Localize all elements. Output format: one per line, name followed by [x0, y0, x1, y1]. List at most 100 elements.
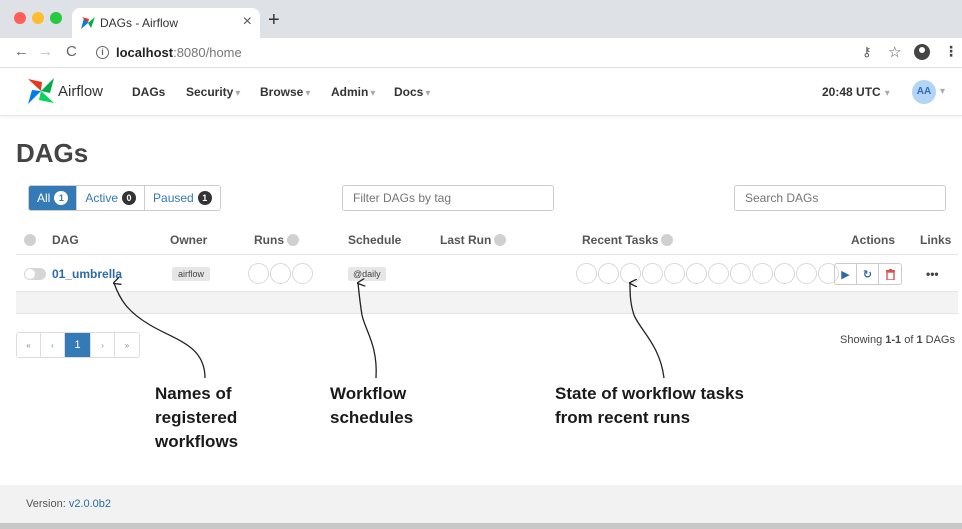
header-recent-tasks-label: Recent Tasks	[582, 233, 659, 247]
showing-of: of	[901, 334, 917, 346]
links-menu-icon[interactable]: •••	[926, 267, 939, 281]
annotation-line: workflows	[155, 432, 239, 451]
task-status-circle[interactable]	[752, 263, 773, 284]
filter-paused-button[interactable]: Paused 1	[145, 186, 220, 210]
table-row: 01_umbrella airflow @daily ▶ ↻ •••	[16, 254, 958, 292]
annotation-schedules: Workflow schedules	[330, 382, 413, 430]
chevron-down-icon: ▾	[425, 88, 431, 99]
nav-docs[interactable]: Docs ▾	[394, 85, 430, 99]
nav-security[interactable]: Security ▾	[186, 85, 240, 99]
showing-suffix: DAGs	[922, 334, 955, 346]
window-maximize-button[interactable]	[50, 12, 62, 24]
header-last-run-label[interactable]: Last Run	[440, 233, 491, 247]
task-status-circle[interactable]	[796, 263, 817, 284]
table-footer-stripe	[16, 292, 958, 314]
header-dag[interactable]: DAG	[52, 233, 79, 247]
dag-id-link[interactable]: 01_umbrella	[52, 267, 122, 281]
dag-actions: ▶ ↻	[834, 263, 902, 285]
last-page-button[interactable]: »	[115, 333, 139, 357]
site-info-icon[interactable]: i	[96, 46, 109, 59]
nav-browse[interactable]: Browse ▾	[260, 85, 310, 99]
header-last-run: Last Run	[440, 233, 507, 247]
browser-menu-icon[interactable]: ⋮	[944, 43, 958, 60]
header-links: Links	[920, 233, 952, 247]
schedule-tag[interactable]: @daily	[348, 267, 386, 281]
dag-pause-toggle[interactable]	[24, 268, 46, 280]
window-minimize-button[interactable]	[32, 12, 44, 24]
task-status-circle[interactable]	[730, 263, 751, 284]
header-toggle-help	[24, 233, 36, 247]
dag-search-input[interactable]	[734, 185, 946, 211]
showing-range: 1-1	[885, 334, 902, 346]
back-arrow-icon[interactable]: ←	[14, 43, 29, 60]
annotation-line: Workflow	[330, 384, 407, 403]
chevron-down-icon: ▾	[235, 88, 241, 99]
chevron-down-icon[interactable]: ▾	[940, 86, 945, 97]
key-icon[interactable]: ⚷	[862, 44, 872, 60]
window-close-button[interactable]	[14, 12, 26, 24]
help-icon[interactable]	[24, 234, 36, 246]
header-schedule[interactable]: Schedule	[348, 233, 401, 247]
recent-tasks-status	[576, 263, 839, 284]
bottom-divider	[0, 523, 962, 529]
browser-tab[interactable]: DAGs - Airflow ×	[72, 8, 260, 38]
page-1-button[interactable]: 1	[65, 333, 91, 357]
airflow-navbar: Airflow DAGs Security ▾ Browse ▾ Admin ▾ Do…	[0, 68, 962, 116]
annotation-tasks: State of workflow tasks from recent runs	[555, 382, 744, 430]
run-status-circle[interactable]	[248, 263, 269, 284]
annotation-line: schedules	[330, 408, 414, 427]
current-time: 20:48 UTC	[822, 85, 881, 99]
help-icon[interactable]	[494, 234, 507, 246]
timezone-dropdown[interactable]: 20:48 UTC ▾	[822, 85, 890, 99]
task-status-circle[interactable]	[686, 263, 707, 284]
version-label: Version:	[26, 498, 69, 510]
task-status-circle[interactable]	[598, 263, 619, 284]
first-page-button[interactable]: «	[17, 333, 41, 357]
next-page-button[interactable]: ›	[91, 333, 115, 357]
brand-name[interactable]: Airflow	[58, 83, 103, 100]
filter-active-button[interactable]: Active 0	[77, 186, 146, 210]
help-icon[interactable]	[661, 234, 674, 246]
tag-filter-input[interactable]	[342, 185, 554, 211]
prev-page-button[interactable]: ‹	[41, 333, 65, 357]
annotation-line: Names of	[155, 384, 232, 403]
forward-arrow-icon[interactable]: →	[38, 43, 53, 60]
delete-dag-button[interactable]	[879, 264, 901, 284]
nav-docs-label: Docs	[394, 85, 424, 99]
header-owner[interactable]: Owner	[170, 233, 207, 247]
page-footer: Version: v2.0.0b2	[0, 485, 962, 523]
task-status-circle[interactable]	[774, 263, 795, 284]
url-field[interactable]: localhost:8080/home	[116, 45, 242, 60]
nav-admin[interactable]: Admin ▾	[331, 85, 375, 99]
new-tab-button[interactable]: +	[268, 9, 280, 32]
refresh-dag-button[interactable]: ↻	[857, 264, 879, 284]
owner-tag[interactable]: airflow	[172, 267, 211, 281]
task-status-circle[interactable]	[708, 263, 729, 284]
task-status-circle[interactable]	[642, 263, 663, 284]
browser-tab-bar: DAGs - Airflow × +	[0, 0, 962, 38]
bookmark-star-icon[interactable]: ☆	[888, 43, 901, 61]
chevron-down-icon: ▾	[884, 88, 890, 99]
version-info: Version: v2.0.0b2	[26, 498, 111, 510]
task-status-circle[interactable]	[664, 263, 685, 284]
task-status-circle[interactable]	[620, 263, 641, 284]
run-status-circle[interactable]	[270, 263, 291, 284]
user-avatar[interactable]: AA	[912, 80, 936, 104]
tab-close-icon[interactable]: ×	[243, 13, 252, 31]
account-icon[interactable]	[914, 44, 930, 60]
chevron-down-icon: ▾	[305, 88, 311, 99]
status-filter-group: All 1 Active 0 Paused 1	[28, 185, 221, 211]
showing-count: Showing 1-1 of 1 DAGs	[840, 334, 955, 346]
task-status-circle[interactable]	[576, 263, 597, 284]
trigger-dag-button[interactable]: ▶	[835, 264, 857, 284]
reload-icon[interactable]: C	[66, 43, 77, 60]
run-status-circle[interactable]	[292, 263, 313, 284]
version-link[interactable]: v2.0.0b2	[69, 498, 111, 510]
annotation-line: from recent runs	[555, 408, 691, 427]
nav-dags[interactable]: DAGs	[132, 85, 165, 99]
airflow-logo-icon[interactable]	[26, 76, 56, 106]
page-title: DAGs	[16, 138, 89, 168]
filter-all-button[interactable]: All 1	[29, 186, 78, 210]
header-runs-label: Runs	[254, 233, 284, 247]
help-icon[interactable]	[287, 234, 299, 246]
